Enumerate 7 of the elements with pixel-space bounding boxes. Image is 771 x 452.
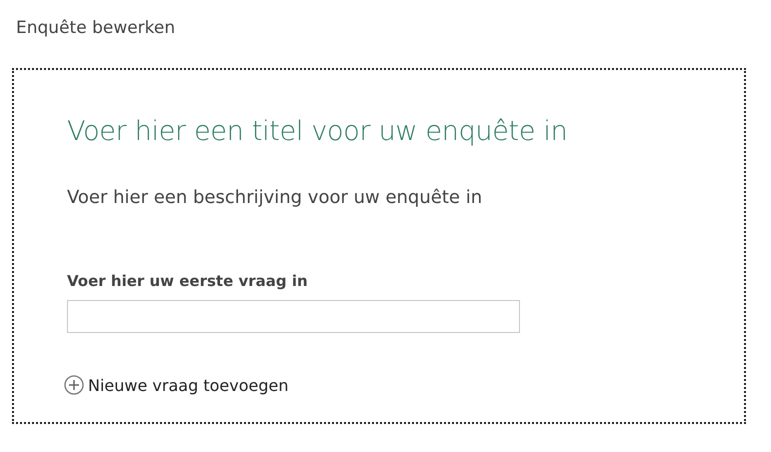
survey-description[interactable]: Voer hier een beschrijving voor uw enquête in — [67, 187, 744, 208]
page-title: Enquête bewerken — [15, 17, 176, 40]
answer-field[interactable] — [67, 300, 520, 333]
add-icon[interactable] — [64, 375, 84, 395]
survey-title[interactable]: Voer hier een titel voor uw enquête in — [67, 116, 744, 147]
add-question-link[interactable]: Nieuwe vraag toevoegen — [88, 376, 288, 394]
question-label[interactable]: Voer hier uw eerste vraag in — [67, 272, 744, 290]
